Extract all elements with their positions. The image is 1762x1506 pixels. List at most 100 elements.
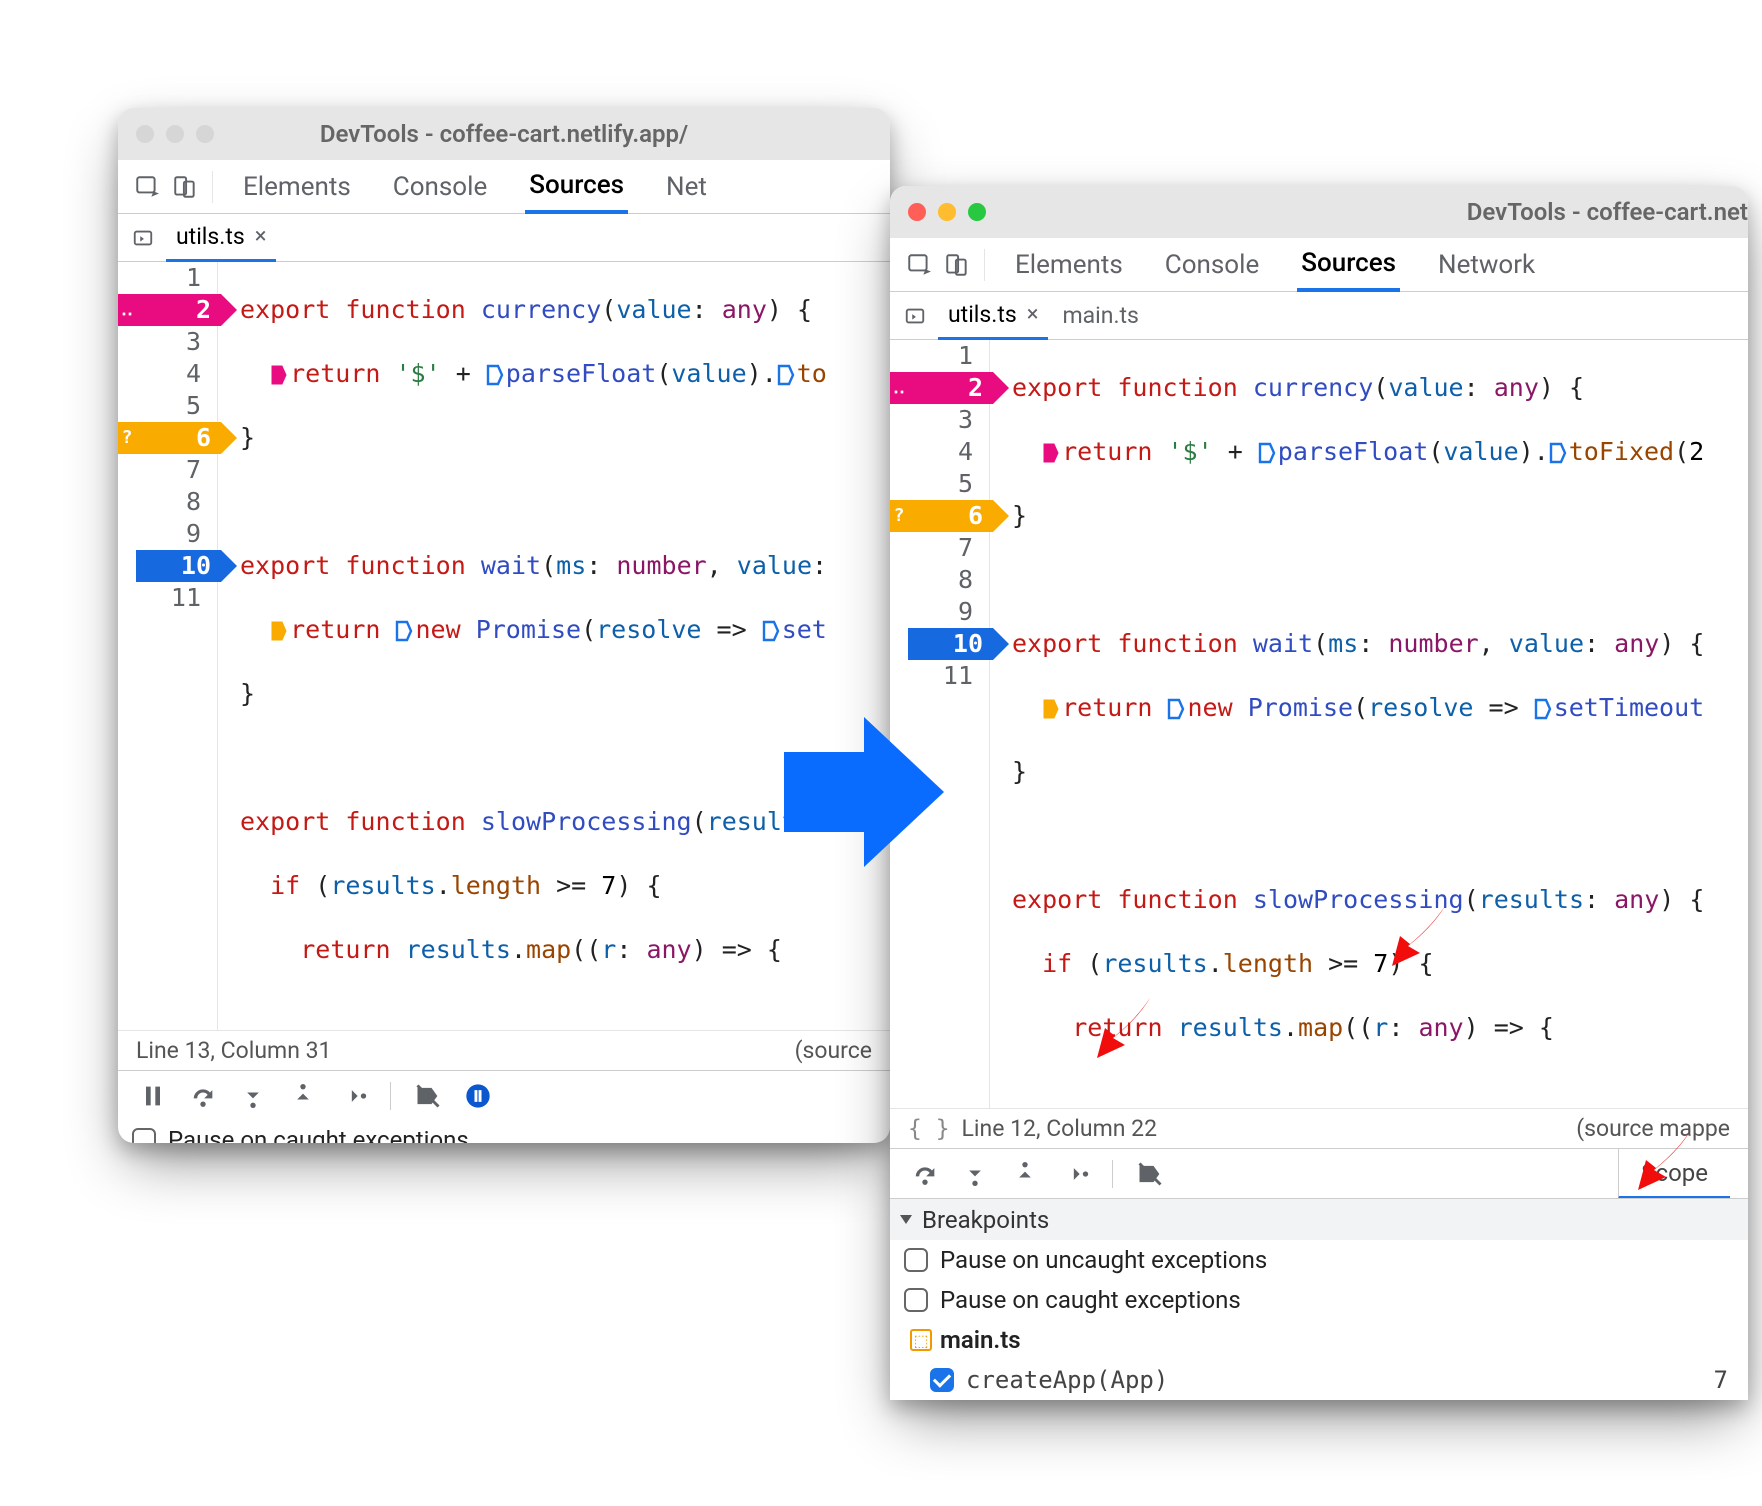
close-icon[interactable]: ×	[255, 224, 267, 249]
tab-sources[interactable]: Sources	[525, 160, 628, 214]
pause-on-exceptions-icon[interactable]	[461, 1079, 495, 1113]
inspect-icon[interactable]	[132, 172, 162, 202]
close-light[interactable]	[136, 125, 154, 143]
file-tab-main[interactable]: main.ts	[1052, 292, 1148, 340]
titlebar[interactable]: DevTools - coffee-cart.net	[890, 186, 1748, 238]
step-marker-icon	[1167, 696, 1185, 718]
minimize-light[interactable]	[166, 125, 184, 143]
zoom-light[interactable]	[968, 203, 986, 221]
close-light[interactable]	[908, 203, 926, 221]
navigator-icon[interactable]	[130, 225, 156, 251]
cursor-position: Line 12, Column 22	[962, 1115, 1157, 1142]
step-into-icon[interactable]	[958, 1157, 992, 1191]
file-tabs: utils.ts ×	[118, 214, 890, 262]
main-toolbar: Elements Console Sources Network	[890, 238, 1748, 292]
pause-uncaught-label: Pause on uncaught exceptions	[940, 1246, 1267, 1274]
file-tab-utils[interactable]: utils.ts ×	[938, 292, 1048, 340]
source-text[interactable]: export function currency(value: any) { r…	[990, 340, 1704, 1108]
tab-console[interactable]: Console	[389, 160, 491, 214]
checkbox[interactable]	[930, 1368, 954, 1392]
toolbar-divider	[212, 171, 213, 203]
logpoint-gutter-mark: ‥	[890, 372, 908, 404]
step-out-icon[interactable]	[286, 1079, 320, 1113]
file-tab-label: main.ts	[1062, 302, 1138, 329]
logpoint-icon	[1042, 440, 1060, 462]
device-icon[interactable]	[170, 172, 200, 202]
traffic-lights	[908, 203, 986, 221]
breakpoints-header[interactable]: Breakpoints	[890, 1198, 1748, 1240]
pause-caught-row[interactable]: Pause on caught exceptions	[118, 1120, 890, 1143]
tab-sources[interactable]: Sources	[1297, 238, 1400, 292]
breakpoints-panel: Breakpoints Pause on uncaught exceptions…	[890, 1198, 1748, 1400]
checkbox[interactable]	[132, 1128, 156, 1143]
breakpoint-marker[interactable]: 10	[136, 550, 221, 582]
file-tab-label: utils.ts	[176, 223, 245, 250]
file-tabs: utils.ts × main.ts	[890, 292, 1748, 340]
titlebar[interactable]: DevTools - coffee-cart.netlify.app/	[118, 108, 890, 160]
checkbox[interactable]	[904, 1288, 928, 1312]
breakpoint-marker[interactable]: 10	[908, 628, 993, 660]
file-icon: ⬚	[910, 1329, 932, 1351]
source-text[interactable]: export function currency(value: any) { r…	[218, 262, 827, 1030]
file-tab-utils[interactable]: utils.ts ×	[166, 214, 276, 262]
navigator-icon[interactable]	[902, 303, 928, 329]
pause-icon[interactable]	[136, 1079, 170, 1113]
gutter[interactable]: 1 ‥2 3 4 5 ?6 7 8 9 10 11	[136, 262, 218, 1030]
inspect-icon[interactable]	[904, 250, 934, 280]
step-icon[interactable]	[1058, 1157, 1092, 1191]
devtools-window-before: DevTools - coffee-cart.netlify.app/ Elem…	[118, 108, 890, 1143]
pause-uncaught-row[interactable]: Pause on uncaught exceptions	[890, 1240, 1748, 1280]
main-toolbar: Elements Console Sources Net	[118, 160, 890, 214]
step-marker-icon	[1549, 440, 1567, 462]
step-into-icon[interactable]	[236, 1079, 270, 1113]
tab-elements[interactable]: Elements	[239, 160, 355, 214]
gutter[interactable]: 1 ‥2 3 4 5 ?6 7 8 9 10 11	[908, 340, 990, 1108]
code-editor[interactable]: 1 ‥2 3 4 5 ?6 7 8 9 10 11 export functio…	[890, 340, 1748, 1108]
breakpoint-code: createApp(App)	[966, 1366, 1168, 1394]
code-editor[interactable]: 1 ‥2 3 4 5 ?6 7 8 9 10 11 export functio…	[118, 262, 890, 1030]
tab-network[interactable]: Network	[1434, 238, 1539, 292]
minimize-light[interactable]	[938, 203, 956, 221]
breakpoint-marker[interactable]: 2	[908, 372, 993, 404]
deactivate-breakpoints-icon[interactable]	[1133, 1157, 1167, 1191]
pause-caught-label: Pause on caught exceptions	[168, 1126, 469, 1143]
step-icon[interactable]	[336, 1079, 370, 1113]
step-out-icon[interactable]	[1008, 1157, 1042, 1191]
conditional-gutter-mark: ?	[118, 422, 136, 454]
status-bar: { } Line 12, Column 22 (source mappe	[890, 1108, 1748, 1148]
conditional-icon	[1042, 696, 1060, 718]
chevron-down-icon	[900, 1215, 912, 1224]
step-marker-icon	[486, 362, 504, 384]
debugger-toolbar: Scope	[890, 1148, 1748, 1198]
logpoint-gutter-mark: ‥	[118, 294, 136, 326]
scope-tab[interactable]: Scope	[1618, 1149, 1730, 1199]
tab-console[interactable]: Console	[1161, 238, 1263, 292]
breakpoint-marker[interactable]: 6	[908, 500, 993, 532]
breakpoint-marker[interactable]: 2	[136, 294, 221, 326]
breakpoint-group-header[interactable]: ⬚ main.ts	[890, 1320, 1748, 1360]
pretty-print-icon[interactable]: { }	[908, 1116, 950, 1142]
device-icon[interactable]	[942, 250, 972, 280]
close-icon[interactable]: ×	[1027, 302, 1039, 327]
step-over-icon[interactable]	[186, 1079, 220, 1113]
devtools-window-after: DevTools - coffee-cart.net Elements Cons…	[890, 186, 1748, 1400]
breakpoint-marker[interactable]: 6	[136, 422, 221, 454]
pause-caught-label: Pause on caught exceptions	[940, 1286, 1241, 1314]
breakpoint-row[interactable]: createApp(App) 7	[890, 1360, 1748, 1400]
window-title: DevTools - coffee-cart.netlify.app/	[118, 120, 890, 148]
step-marker-icon	[762, 618, 780, 640]
conditional-gutter-mark: ?	[890, 500, 908, 532]
panel-tabs: Elements Console Sources Net	[239, 160, 711, 214]
traffic-lights	[136, 125, 214, 143]
logpoint-icon	[270, 362, 288, 384]
zoom-light[interactable]	[196, 125, 214, 143]
pause-caught-row[interactable]: Pause on caught exceptions	[890, 1280, 1748, 1320]
tab-network[interactable]: Net	[662, 160, 711, 214]
tab-elements[interactable]: Elements	[1011, 238, 1127, 292]
window-title: DevTools - coffee-cart.net	[1233, 198, 1748, 226]
step-over-icon[interactable]	[908, 1157, 942, 1191]
status-bar: Line 13, Column 31 (source	[118, 1030, 890, 1070]
panel-tabs: Elements Console Sources Network	[1011, 238, 1539, 292]
deactivate-breakpoints-icon[interactable]	[411, 1079, 445, 1113]
checkbox[interactable]	[904, 1248, 928, 1272]
